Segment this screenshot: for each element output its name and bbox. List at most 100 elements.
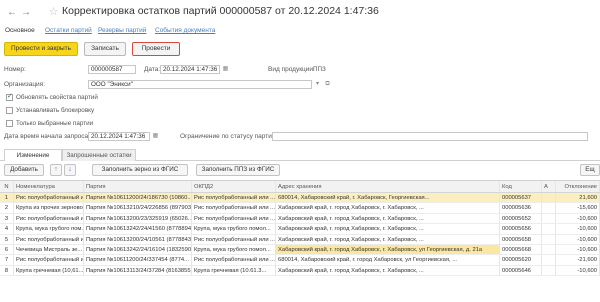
cell-n: 8	[0, 265, 14, 276]
col-header-nomenclature[interactable]: Номенклатура	[14, 181, 84, 192]
col-header-storage-address[interactable]: Адрес хранения	[276, 181, 500, 192]
organization-field[interactable]: ООО "Эникси"	[88, 80, 312, 89]
col-header-okpd2[interactable]: ОКПД2	[192, 181, 276, 192]
col-header-n[interactable]: N	[0, 181, 14, 192]
col-header-code[interactable]: Код	[500, 181, 542, 192]
write-button[interactable]: Записать	[84, 42, 126, 56]
arrow-up-icon[interactable]: ↑	[50, 164, 62, 176]
cell-batch: Партия №10613200/23/325919 (65026...	[86, 213, 192, 224]
cell-code: 000005652	[500, 213, 542, 224]
cell-okpd2: Рис полуобработанный или ...	[194, 193, 276, 203]
table-row[interactable]: 1 Рис полуобработанный ил... Партия №106…	[0, 193, 600, 204]
number-label: Номер:	[4, 66, 26, 73]
cell-n: 6	[0, 245, 14, 255]
cell-code: 000005658	[500, 234, 542, 244]
product-type-value: ППЗ	[313, 66, 326, 73]
cell-n: 1	[0, 193, 14, 203]
calendar-icon[interactable]: ▦	[151, 132, 160, 141]
number-field[interactable]: 000000587	[88, 65, 136, 74]
cell-okpd2: Рис полуобработанный или ...	[194, 234, 276, 244]
product-type-label: Вид продукции:	[268, 66, 315, 73]
cell-storage-address[interactable]: Хабаровский край, г. город Хабаровск, г.…	[276, 245, 500, 255]
cell-storage-address: Хабаровский край, г. город Хабаровск, г.…	[276, 203, 500, 213]
table-row[interactable]: 5 Рис полуобработанный ил... Партия №106…	[0, 234, 600, 245]
status-limit-field[interactable]	[272, 132, 588, 141]
cell-code: 000005636	[500, 203, 542, 213]
update-properties-checkbox[interactable]	[6, 92, 13, 101]
cell-nomenclature: Чечевица Мистраль зе...	[16, 245, 84, 255]
table-row[interactable]: 3 Рис полуобработанный ил... Партия №106…	[0, 213, 600, 225]
organization-label: Организация:	[4, 81, 46, 88]
cell-n: 7	[0, 255, 14, 265]
cell-code: 000005646	[500, 265, 542, 276]
table-row[interactable]: 6 Чечевица Мистраль зе... Партия №106132…	[0, 245, 600, 256]
selected-only-checkbox[interactable]	[6, 120, 13, 127]
status-limit-label: Ограничение по статусу партии:	[180, 133, 278, 140]
table-tabs: Изменение остатка Запрошенные остатки	[0, 149, 600, 170]
cell-code: 000005637	[500, 193, 542, 203]
cell-deviation: -10,600	[556, 213, 600, 224]
tab-balance-change[interactable]: Изменение остатка	[4, 149, 62, 170]
add-row-button[interactable]: Добавить	[4, 164, 44, 176]
table-row[interactable]: 4 Крупа, мука грубого пом... Партия №106…	[0, 224, 600, 235]
request-date-field[interactable]: 20.12.2024 1:47:36	[88, 132, 150, 141]
cell-a	[542, 255, 556, 265]
arrow-right-icon[interactable]: →	[20, 7, 32, 19]
document-title: Корректировка остатков партий 000000587 …	[62, 5, 379, 17]
date-field[interactable]: 20.12.2024 1:47:36	[160, 65, 220, 74]
chevron-down-icon[interactable]: ▾	[313, 80, 322, 89]
cell-code: 000005656	[500, 224, 542, 234]
arrow-down-icon[interactable]: ↓	[64, 164, 76, 176]
tab-batch-balances[interactable]: Остатки партий	[45, 27, 92, 34]
arrow-left-icon[interactable]: ←	[6, 7, 18, 19]
date-label: Дата:	[144, 66, 161, 73]
col-header-deviation[interactable]: Отклонение	[556, 181, 600, 192]
more-button[interactable]: Ещ	[580, 164, 600, 176]
table-row[interactable]: 2 Крупа из прочих зерново... Партия №106…	[0, 203, 600, 214]
cell-a	[542, 245, 556, 255]
cell-storage-address: 680014, Хабаровский край, г. Хабаровск, …	[276, 193, 500, 203]
cell-code: 000005668	[500, 245, 542, 255]
cell-batch: Партия №10613113/24/37284 (8163855)	[86, 265, 192, 276]
table-toolbar: Добавить ↑ ↓ Заполнить зерно из ФГИС Зап…	[0, 164, 600, 178]
post-button[interactable]: Провести	[132, 42, 180, 56]
cell-batch: Партия №10611200/24/186730 (10860...	[86, 193, 192, 203]
cell-nomenclature: Крупа гречневая (10,61...	[16, 265, 84, 276]
cell-deviation: -15,600	[556, 203, 600, 213]
tab-batch-reserves[interactable]: Резервы партий	[98, 27, 146, 34]
star-icon[interactable]: ☆	[47, 6, 60, 19]
col-header-a[interactable]: А	[542, 181, 556, 192]
tab-document-events[interactable]: События документа	[155, 27, 215, 34]
tab-main[interactable]: Основное	[5, 27, 35, 34]
cell-code: 000005620	[500, 255, 542, 265]
title-bar: ← → ☆ Корректировка остатков партий 0000…	[0, 0, 600, 24]
cell-okpd2: Крупа, мука грубого помол...	[192, 224, 276, 234]
cell-okpd2: Рис полуобработанный или ...	[194, 213, 276, 224]
cell-batch: Партия №10613210/24/226856 (8979034)	[86, 203, 192, 213]
cell-a	[542, 203, 556, 213]
cell-nomenclature: Рис полуобработанный ил...	[16, 255, 84, 265]
table-row[interactable]: 8 Крупа гречневая (10,61... Партия №1061…	[0, 265, 600, 277]
calendar-icon[interactable]: ▦	[221, 65, 230, 74]
table-row[interactable]: 7 Рис полуобработанный ил... Партия №106…	[0, 255, 600, 266]
post-and-close-button[interactable]: Провести и закрыть	[4, 42, 78, 56]
cell-deviation: -10,600	[556, 245, 600, 255]
cell-deviation: -10,600	[556, 265, 600, 276]
cell-storage-address: Хабаровский край, г. город Хабаровск, г.…	[276, 265, 500, 276]
fill-ppz-button[interactable]: Заполнить ППЗ из ФГИС	[196, 164, 280, 176]
cell-storage-address: Хабаровский край, г. город Хабаровск, г.…	[276, 224, 500, 234]
cell-a	[542, 234, 556, 244]
cell-batch: Партия №10611200/24/337454 (8774...	[84, 255, 192, 265]
balances-table: N Номенклатура Партия ОКПД2 Адрес хранен…	[0, 180, 600, 302]
tab-requested-balances[interactable]: Запрошенные остатки	[62, 149, 136, 161]
cell-storage-address: 680014, Хабаровский край, г. город Хабар…	[276, 255, 500, 265]
col-header-batch[interactable]: Партия	[84, 181, 192, 192]
fill-grain-button[interactable]: Заполнить зерно из ФГИС	[92, 164, 188, 176]
cell-nomenclature: Рис полуобработанный ил...	[16, 234, 84, 244]
request-date-label: Дата время начала запроса:	[4, 133, 90, 140]
cell-n: 5	[0, 234, 14, 244]
open-icon[interactable]: ⧉	[323, 80, 332, 89]
cell-a	[542, 213, 556, 224]
set-lock-checkbox[interactable]	[6, 107, 13, 114]
cell-deviation: 21,600	[556, 193, 600, 203]
